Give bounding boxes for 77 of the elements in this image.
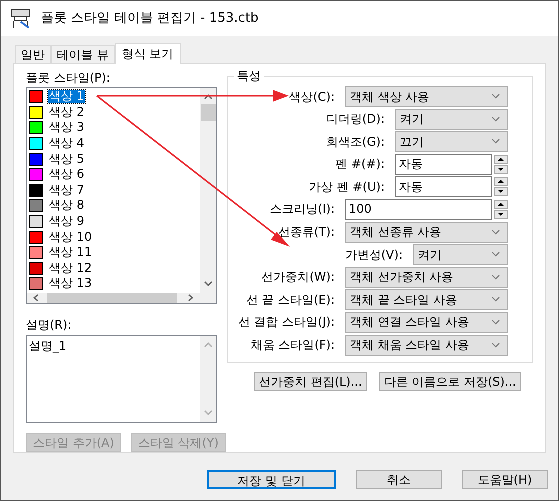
chevron-down-icon xyxy=(492,94,500,99)
tab[interactable]: 형식 보기 xyxy=(114,43,181,64)
plot-style-item[interactable]: 색상 8 xyxy=(48,199,86,212)
property-label: 선 끝 스타일(E): xyxy=(246,292,335,309)
plot-style-item[interactable]: 색상 10 xyxy=(48,230,94,244)
chevron-down-icon xyxy=(492,116,500,122)
dropdown[interactable]: 객체 색상 사용 xyxy=(345,86,508,107)
chevron-down-icon xyxy=(492,139,500,144)
property-label: 선종류(T): xyxy=(278,224,335,242)
property-label: 회색조(G): xyxy=(326,134,385,151)
dialog-button[interactable]: 도움말(H) xyxy=(462,470,548,489)
plot-style-label: 플롯 스타일(P): xyxy=(26,70,112,86)
property-label: 스크리닝(I): xyxy=(270,201,335,218)
dialog-button[interactable]: 저장 및 닫기 xyxy=(207,470,336,489)
scroll-up-icon[interactable] xyxy=(204,94,212,100)
plot-style-item[interactable]: 색상 3 xyxy=(48,121,86,134)
plot-style-item[interactable]: 색상 1 xyxy=(48,90,86,104)
spin-up-icon[interactable] xyxy=(494,154,508,164)
spin-up-icon[interactable] xyxy=(494,200,508,209)
window-title: 플롯 스타일 테이블 편집기 - 153.ctb xyxy=(41,10,259,28)
plot-style-list[interactable]: 색상 1 색상 2 색상 3 색상 4 색상 5 색상 6 색상 7 색상 8 색상 9 색상 10 색상 11 색상 12 색상 13 xyxy=(26,87,217,304)
scroll-left-icon[interactable] xyxy=(33,294,39,302)
tab[interactable]: 일반 xyxy=(15,45,51,63)
dropdown[interactable]: 끄기 xyxy=(395,131,508,152)
spin-up-icon[interactable] xyxy=(494,177,508,186)
scroll-thumb[interactable] xyxy=(47,292,177,303)
plot-style-item[interactable]: 색상 5 xyxy=(48,152,86,166)
plot-style-item[interactable]: 색상 9 xyxy=(48,215,86,228)
spin-down-icon[interactable] xyxy=(494,164,508,174)
tab[interactable]: 테이블 뷰 xyxy=(51,45,115,63)
spinner-field[interactable]: 자동 xyxy=(395,154,492,175)
property-label: 선가중치(W): xyxy=(262,269,335,286)
property-label: 색상(C): xyxy=(289,88,335,106)
property-label: 가변성(V): xyxy=(345,246,403,264)
property-label: 가상 펜 #(U): xyxy=(309,178,385,196)
plot-style-item[interactable]: 색상 7 xyxy=(48,184,86,197)
scroll-thumb[interactable] xyxy=(200,104,216,121)
dialog-button[interactable]: 취소 xyxy=(356,470,442,489)
spin-down-icon[interactable] xyxy=(494,187,508,196)
chevron-down-icon xyxy=(492,297,500,302)
property-label: 펜 #(#): xyxy=(336,156,385,174)
properties-title: 특성 xyxy=(234,68,264,84)
property-button[interactable]: 선가중치 편집(L)... xyxy=(254,372,368,391)
spinner-arrows[interactable] xyxy=(494,154,508,175)
chevron-down-icon xyxy=(492,342,500,348)
horizontal-scrollbar[interactable] xyxy=(27,292,216,303)
property-label: 디더링(D): xyxy=(326,111,385,128)
spinner-field[interactable]: 100 xyxy=(345,198,492,220)
dropdown[interactable]: 켜기 xyxy=(413,244,508,266)
property-button[interactable]: 다른 이름으로 저장(S)... xyxy=(379,372,522,391)
plot-style-item[interactable]: 색상 12 xyxy=(48,262,94,275)
plot-style-app-icon xyxy=(11,8,33,28)
dropdown[interactable]: 객체 선종류 사용 xyxy=(345,222,508,243)
property-label: 선 결합 스타일(J): xyxy=(238,314,335,332)
dropdown[interactable]: 객체 선가중치 사용 xyxy=(345,266,508,288)
chevron-down-icon xyxy=(492,274,500,280)
scroll-right-icon[interactable] xyxy=(188,294,194,302)
chevron-down-icon xyxy=(492,320,500,325)
plot-style-item[interactable]: 색상 13 xyxy=(48,277,94,290)
dropdown[interactable]: 객체 끝 스타일 사용 xyxy=(345,289,508,310)
dropdown[interactable]: 켜기 xyxy=(395,108,508,130)
property-label: 채움 스타일(F): xyxy=(250,337,335,354)
plot-style-item[interactable]: 색상 6 xyxy=(48,168,86,182)
description-label: 설명(R): xyxy=(26,316,73,333)
chevron-down-icon xyxy=(492,230,500,235)
scroll-down-icon[interactable] xyxy=(204,280,212,287)
spinner-arrows[interactable] xyxy=(494,176,508,198)
chevron-down-icon xyxy=(492,252,500,258)
plot-style-item[interactable]: 색상 2 xyxy=(48,106,86,119)
spinner-arrows[interactable] xyxy=(494,198,508,220)
plot-style-item[interactable]: 색상 4 xyxy=(48,137,86,150)
dropdown[interactable]: 객체 연결 스타일 사용 xyxy=(345,312,508,333)
spin-down-icon[interactable] xyxy=(494,210,508,219)
vertical-scrollbar[interactable] xyxy=(200,88,216,293)
spinner-field[interactable]: 자동 xyxy=(395,176,492,198)
dropdown[interactable]: 객체 채움 스타일 사용 xyxy=(345,334,508,356)
plot-style-item[interactable]: 색상 11 xyxy=(48,246,94,260)
